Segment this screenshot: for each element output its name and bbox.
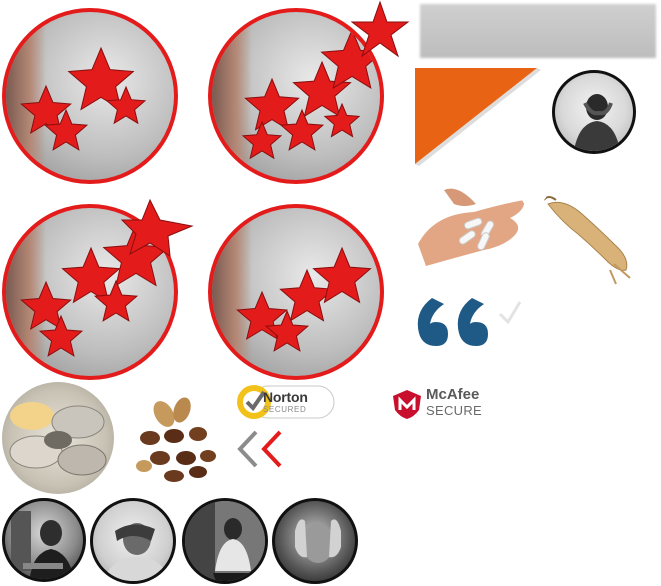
star-icon [120, 198, 194, 257]
checkmark-icon [498, 301, 522, 325]
stars-graphic [236, 246, 372, 352]
person-graphic [185, 501, 265, 581]
sitting-man-photo [182, 498, 268, 584]
head-in-hands-photo [272, 498, 358, 584]
star-icon [38, 314, 84, 357]
ginseng-graphic [543, 196, 631, 285]
norton-label: Norton [263, 389, 308, 405]
star-icon [279, 108, 325, 151]
mcafee-shield-icon [393, 390, 421, 419]
distressed-person-photo [552, 70, 636, 154]
star-circle-4 [208, 204, 384, 380]
star-icon [241, 120, 283, 160]
ginseng-root-photo [534, 174, 652, 292]
oysters-graphic [9, 402, 107, 476]
pills-in-hand-photo [414, 174, 532, 292]
oysters-photo [2, 382, 114, 494]
star-icon [350, 0, 410, 58]
person-graphic [102, 523, 172, 581]
star-icon [244, 77, 300, 131]
stars-graphic [20, 46, 147, 151]
peanuts-photo [120, 386, 232, 498]
chevron-left-icon[interactable] [234, 428, 294, 470]
mcafee-sub-label: SECURE [426, 403, 482, 418]
tired-man-photo [90, 498, 176, 584]
peanuts-graphic [136, 397, 216, 482]
orange-corner-triangle [415, 68, 541, 166]
hand-pills-graphic [418, 188, 525, 266]
person-silhouette [573, 94, 621, 151]
star-circle-1 [2, 8, 178, 184]
norton-sub-label: SECURED [263, 405, 307, 414]
person-graphic [295, 519, 341, 563]
mcafee-label: McAfee [426, 386, 480, 403]
worried-man-laptop-photo [2, 498, 86, 582]
quote-icon [417, 298, 488, 346]
placeholder-bar [420, 4, 656, 58]
person-graphic [11, 511, 75, 579]
